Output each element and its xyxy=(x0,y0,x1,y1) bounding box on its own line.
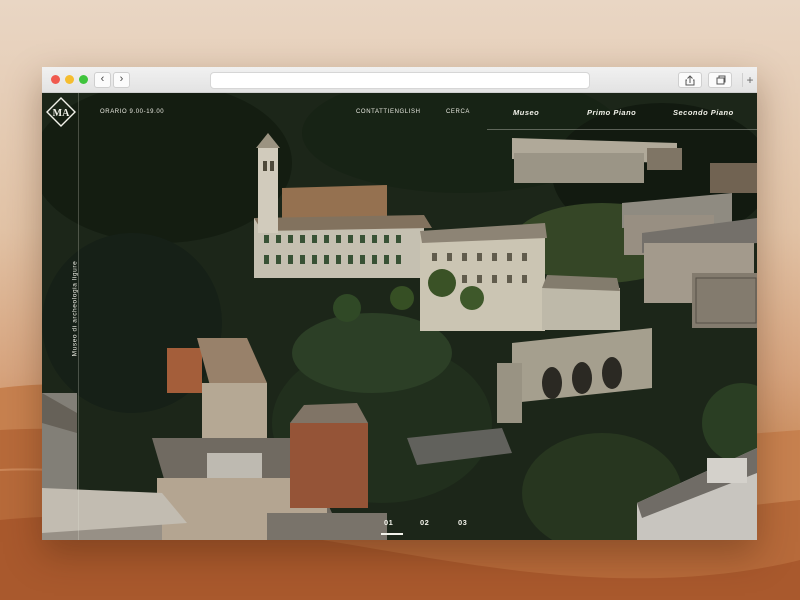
hero-aerial-photo xyxy=(42,93,757,540)
active-slide-indicator xyxy=(381,533,403,535)
back-button[interactable]: ‹ xyxy=(94,72,111,88)
close-window-button[interactable] xyxy=(51,75,60,84)
opening-hours: ORARIO 9.00-19.00 xyxy=(100,109,165,115)
vertical-site-title: Museo di archeologia ligure xyxy=(71,260,79,357)
chevron-right-icon: › xyxy=(119,73,124,85)
browser-toolbar: ‹ › + xyxy=(42,67,757,93)
nav-contacts-link[interactable]: CONTATTI xyxy=(356,109,390,115)
slide-2-button[interactable]: 02 xyxy=(420,518,429,527)
browser-window: ‹ › + MA ORARIO 9.00-19.00 CONTATTI ENGL… xyxy=(42,67,757,540)
minimize-window-button[interactable] xyxy=(65,75,74,84)
forward-button[interactable]: › xyxy=(113,72,130,88)
slide-1-button[interactable]: 01 xyxy=(384,518,393,527)
slide-3-button[interactable]: 03 xyxy=(458,518,467,527)
maximize-window-button[interactable] xyxy=(79,75,88,84)
nav-divider xyxy=(487,129,757,130)
address-bar[interactable] xyxy=(210,72,590,89)
tabs-overview-button[interactable] xyxy=(708,72,732,88)
nav-language-link[interactable]: ENGLISH xyxy=(390,109,421,115)
share-icon xyxy=(685,75,695,86)
page-viewport: MA ORARIO 9.00-19.00 CONTATTI ENGLISH CE… xyxy=(42,93,757,540)
nav-secondo-piano-link[interactable]: Secondo Piano xyxy=(673,108,734,117)
new-tab-button[interactable]: + xyxy=(742,73,757,87)
nav-museo-link[interactable]: Museo xyxy=(513,108,539,117)
svg-text:MA: MA xyxy=(53,108,70,119)
tabs-icon xyxy=(716,75,726,85)
museum-logo[interactable]: MA xyxy=(46,97,76,127)
share-button[interactable] xyxy=(678,72,702,88)
chevron-left-icon: ‹ xyxy=(100,73,105,85)
nav-search-link[interactable]: CERCA xyxy=(446,109,470,115)
nav-primo-piano-link[interactable]: Primo Piano xyxy=(587,108,636,117)
